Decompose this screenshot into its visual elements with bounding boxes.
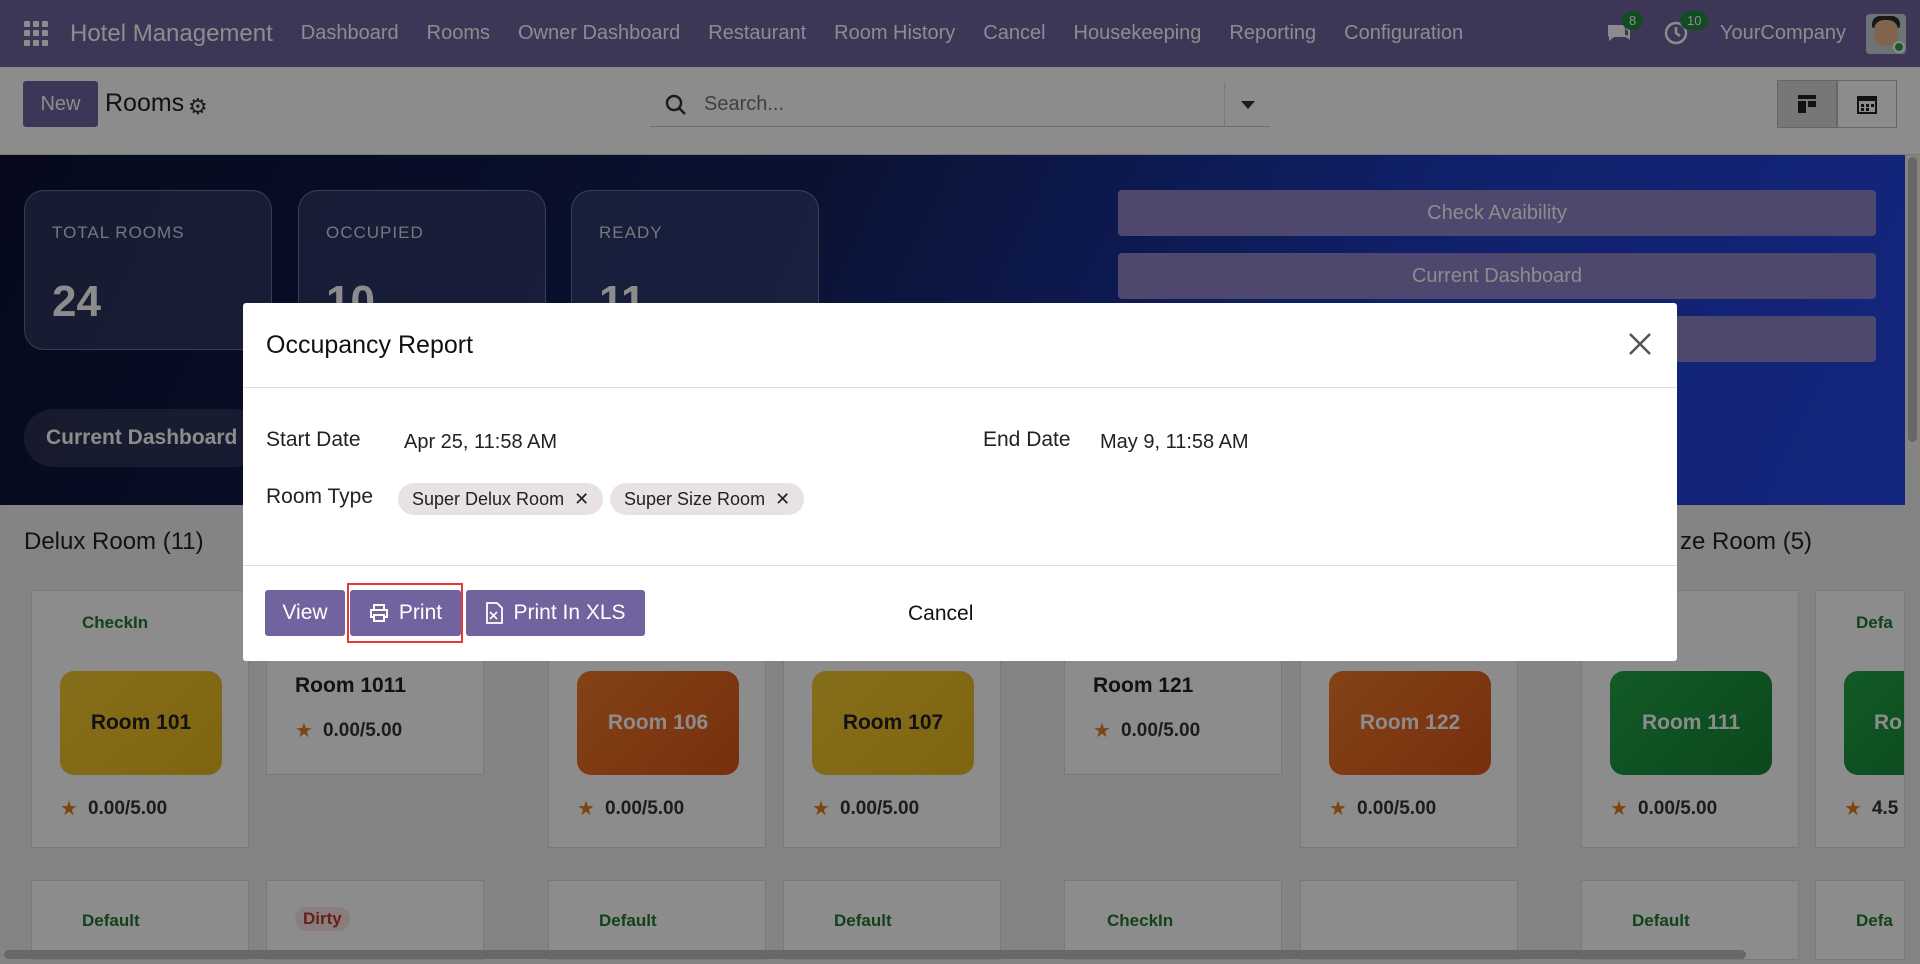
room-type-label: Room Type <box>266 485 373 508</box>
print-xls-label: Print In XLS <box>513 601 626 624</box>
modal-header: Occupancy Report <box>243 303 1677 388</box>
start-date-label: Start Date <box>266 428 361 451</box>
view-button[interactable]: View <box>265 590 345 636</box>
remove-tag-icon[interactable]: ✕ <box>574 489 589 510</box>
end-date-label: End Date <box>983 428 1071 451</box>
excel-file-icon <box>486 602 504 624</box>
end-date-field[interactable]: May 9, 11:58 AM <box>1100 431 1249 454</box>
room-type-tag: Super Size Room ✕ <box>610 483 805 515</box>
modal-title: Occupancy Report <box>266 331 474 359</box>
close-icon[interactable] <box>1625 329 1655 359</box>
tag-label: Super Size Room <box>624 488 766 509</box>
start-date-field[interactable]: Apr 25, 11:58 AM <box>404 431 557 454</box>
tag-label: Super Delux Room <box>412 488 565 509</box>
print-xls-button[interactable]: Print In XLS <box>466 590 645 636</box>
remove-tag-icon[interactable]: ✕ <box>775 489 790 510</box>
print-button-highlight <box>347 583 463 643</box>
cancel-button[interactable]: Cancel <box>908 602 973 626</box>
room-type-tag: Super Delux Room ✕ <box>398 483 604 515</box>
